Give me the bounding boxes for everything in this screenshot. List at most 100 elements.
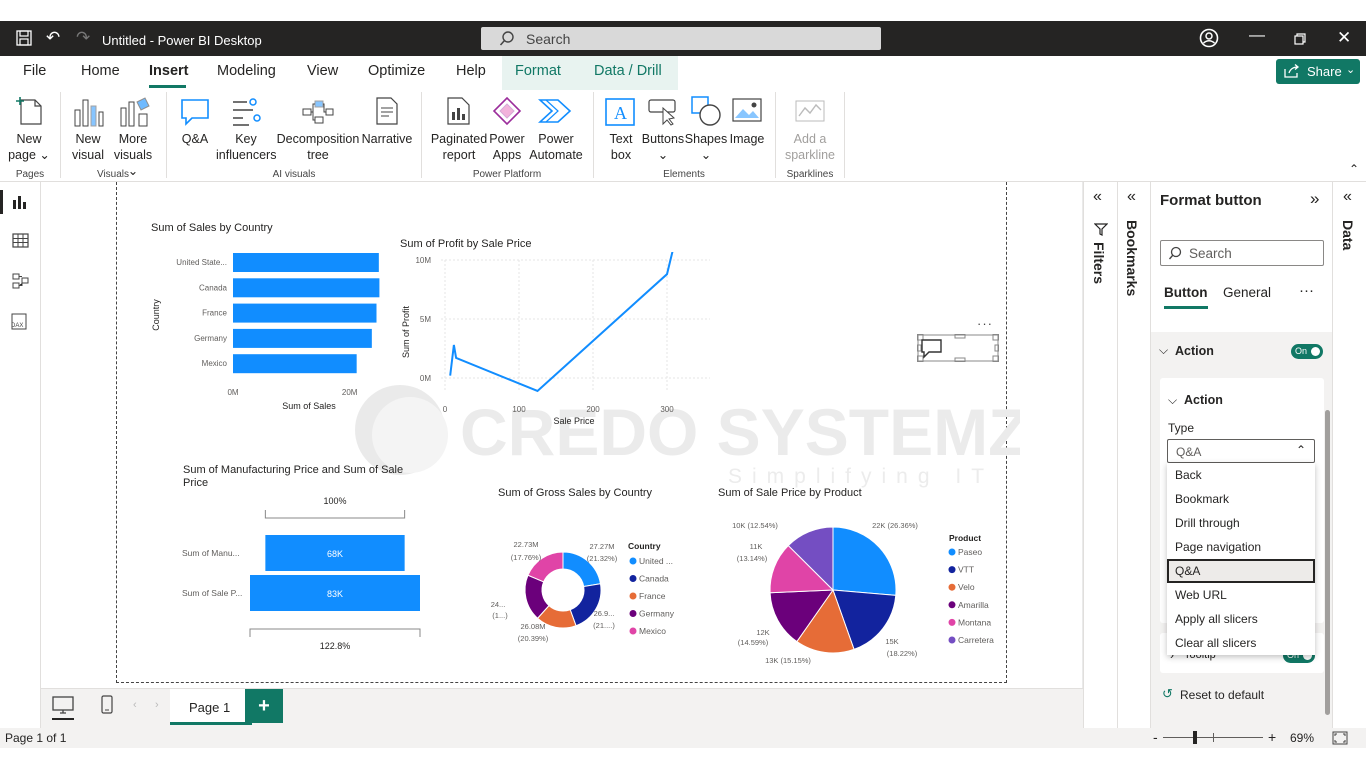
- action-toggle[interactable]: On: [1291, 344, 1323, 359]
- expand-data-icon[interactable]: «: [1343, 188, 1352, 206]
- sale-price-pie-chart[interactable]: 10K (12.54%) 22K (26.36%)11K(13.14%)12K(1…: [730, 515, 1010, 670]
- donut-legend-item: Canada: [639, 574, 669, 584]
- report-view-icon[interactable]: [12, 194, 28, 210]
- tab-view[interactable]: View: [307, 63, 338, 79]
- dax-query-view-icon[interactable]: DAX: [10, 313, 30, 331]
- separator: [844, 92, 845, 178]
- shapes-button[interactable]: Shapes ⌄: [684, 131, 728, 163]
- left-view-nav: DAX: [0, 182, 41, 728]
- format-search-input[interactable]: Search: [1160, 240, 1324, 266]
- chevron-down-icon: ⌄: [1346, 64, 1356, 76]
- profit-by-sale-price-line-chart[interactable]: Sum of Profit Sale Price 10M 5M 0M 0 100 200 3…: [395, 252, 715, 432]
- buttons-button[interactable]: Buttons ⌄: [640, 131, 686, 163]
- paginated-report-button[interactable]: Paginated report: [428, 131, 490, 163]
- new-page-icon: [16, 97, 42, 125]
- shapes-label: Shapes: [684, 132, 728, 146]
- bottom-margin: [0, 748, 1366, 768]
- option-page-navigation[interactable]: Page navigation: [1167, 535, 1315, 559]
- action-section-header[interactable]: ⌵ Action On: [1151, 332, 1333, 370]
- table-view-icon[interactable]: [12, 233, 29, 248]
- sales-by-country-bar-chart[interactable]: Country Sum of Sales United State... Cana…: [145, 245, 385, 415]
- type-dropdown[interactable]: Q&A ⌃: [1167, 439, 1315, 463]
- decomposition-tree-button[interactable]: Decomposition tree: [275, 131, 361, 163]
- next-page-icon[interactable]: ›: [155, 699, 159, 711]
- tab-home[interactable]: Home: [81, 63, 120, 79]
- share-icon: [1284, 64, 1300, 78]
- redo-icon[interactable]: ↷: [76, 28, 90, 48]
- funnel-chart[interactable]: 100% 68K Sum of Manu... 83K Sum of Sale P...…: [175, 492, 435, 657]
- power-apps-button[interactable]: Power Apps: [487, 131, 527, 163]
- mobile-layout-icon[interactable]: [101, 695, 113, 715]
- filters-pane[interactable]: « Filters: [1083, 182, 1117, 728]
- data-pane[interactable]: « Data: [1332, 182, 1366, 728]
- tab-modeling[interactable]: Modeling: [217, 63, 276, 79]
- option-apply-all-slicers[interactable]: Apply all slicers: [1167, 607, 1315, 631]
- option-web-url[interactable]: Web URL: [1167, 583, 1315, 607]
- tab-button[interactable]: Button: [1164, 285, 1207, 300]
- model-view-icon[interactable]: [12, 273, 29, 289]
- format-pane-scrollbar[interactable]: [1325, 410, 1330, 715]
- donut-data-label: (1...): [492, 611, 508, 620]
- expand-filters-icon[interactable]: «: [1093, 188, 1102, 206]
- account-icon[interactable]: [1199, 28, 1219, 48]
- qa-button[interactable]: Q&A: [175, 131, 215, 147]
- add-page-button[interactable]: +: [245, 689, 283, 723]
- zoom-level: 69%: [1290, 731, 1315, 745]
- option-clear-all-slicers[interactable]: Clear all slicers: [1167, 631, 1315, 655]
- tab-page-1[interactable]: Page 1: [170, 689, 252, 725]
- donut-data-label: 27.27M: [589, 542, 614, 551]
- more-options-icon[interactable]: ···: [977, 316, 993, 331]
- reset-to-default-button[interactable]: ↺ Reset to default: [1160, 685, 1324, 705]
- image-button[interactable]: Image: [727, 131, 767, 147]
- zoom-slider-midmark: [1213, 733, 1214, 742]
- tab-format[interactable]: Format: [515, 63, 561, 79]
- tab-general[interactable]: General: [1223, 285, 1271, 300]
- power-automate-button[interactable]: Power Automate: [528, 131, 584, 163]
- tab-insert[interactable]: Insert: [149, 63, 189, 79]
- add-sparkline-button[interactable]: Add a sparkline: [782, 131, 838, 163]
- bookmarks-pane[interactable]: « Bookmarks: [1117, 182, 1150, 728]
- format-search-placeholder: Search: [1189, 246, 1232, 261]
- menu-bar: File Home Insert Modeling View Optimize …: [0, 56, 1366, 90]
- fit-to-page-icon[interactable]: [1332, 731, 1348, 745]
- tab-help[interactable]: Help: [456, 63, 486, 79]
- option-drill-through[interactable]: Drill through: [1167, 511, 1315, 535]
- close-icon[interactable]: ✕: [1337, 28, 1351, 48]
- sparkline-icon: [795, 100, 825, 122]
- collapse-format-pane-icon[interactable]: »: [1310, 189, 1319, 209]
- desktop-layout-icon[interactable]: [52, 696, 74, 716]
- option-qa[interactable]: Q&A: [1167, 559, 1315, 583]
- legend-marker: [948, 618, 956, 626]
- new-visual-button[interactable]: New visual: [66, 131, 110, 163]
- share-button[interactable]: Share ⌄: [1276, 59, 1360, 84]
- tab-optimize[interactable]: Optimize: [368, 63, 425, 79]
- minimize-icon[interactable]: —: [1249, 27, 1265, 45]
- key-influencers-button[interactable]: Key influencers: [216, 131, 276, 163]
- collapse-ribbon-icon[interactable]: ⌃: [1349, 162, 1359, 176]
- qa-button-visual[interactable]: [917, 334, 999, 362]
- zoom-out-button[interactable]: -: [1153, 729, 1158, 745]
- gross-sales-donut-chart[interactable]: 22.73M (17.76%) 27.27M (21.32%) 24... (1...) 2…: [490, 530, 710, 650]
- prev-page-icon[interactable]: ‹: [133, 699, 137, 711]
- pie-data-label: 15K: [885, 637, 898, 646]
- option-back[interactable]: Back: [1167, 463, 1315, 487]
- expand-bookmarks-icon[interactable]: «: [1127, 188, 1136, 206]
- group-ai-visuals: AI visuals: [272, 169, 316, 180]
- new-page-button[interactable]: New page ⌄: [6, 131, 52, 163]
- save-icon[interactable]: [16, 30, 32, 46]
- pie-legend-title: Product: [949, 533, 981, 543]
- text-box-button[interactable]: Text box: [601, 131, 641, 163]
- reset-label: Reset to default: [1180, 688, 1265, 702]
- option-bookmark[interactable]: Bookmark: [1167, 487, 1315, 511]
- narrative-button[interactable]: Narrative: [360, 131, 414, 147]
- pie-data-label: (14.59%): [738, 638, 769, 647]
- zoom-in-button[interactable]: +: [1268, 729, 1276, 745]
- undo-icon[interactable]: ↶: [46, 28, 60, 48]
- restore-icon[interactable]: [1294, 33, 1306, 45]
- tab-data-drill[interactable]: Data / Drill: [594, 63, 662, 79]
- power-automate-icon: [538, 99, 572, 123]
- zoom-slider-thumb[interactable]: [1193, 731, 1197, 744]
- more-tabs-icon[interactable]: ···: [1299, 282, 1314, 299]
- tab-file[interactable]: File: [23, 63, 46, 79]
- search-box[interactable]: Search: [481, 27, 881, 50]
